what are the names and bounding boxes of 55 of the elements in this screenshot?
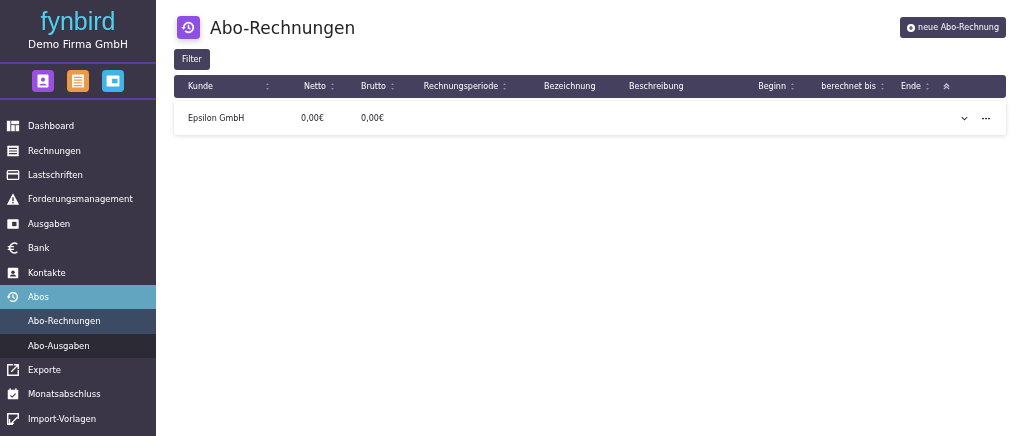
filter-button[interactable]: Filter [174,49,210,70]
column-header[interactable]: Beschreibung [615,75,725,98]
sidebar-item[interactable]: Forderungsmanagement [0,187,156,212]
wallet-icon[interactable] [102,70,124,92]
sidebar-item[interactable]: Bank [0,235,156,261]
column-header[interactable]: Ende [890,75,935,98]
collapse-icon[interactable] [943,83,950,90]
more-icon[interactable] [982,116,990,120]
sort-icon[interactable] [503,83,507,90]
card-icon [6,167,20,182]
history-icon [177,16,200,39]
sidebar-item[interactable]: Lastschriften [0,162,156,188]
warning-icon [6,192,20,207]
page-title: Abo-Rechnungen [210,17,356,38]
sidebar-subitem[interactable]: Abo-Ausgaben [0,333,156,358]
wallet-icon [6,216,20,231]
invoice-icon[interactable] [67,70,89,92]
sidebar-item[interactable]: Import-Vorlagen [0,406,156,432]
import-icon [6,411,20,426]
column-header[interactable]: berechnet bis [800,75,890,98]
company-name: Demo Firma GmbH [27,38,129,50]
sidebar-item[interactable]: Dashboard [0,114,156,139]
column-header[interactable]: Rechnungsperiode [400,75,530,98]
column-header[interactable]: Kunde [174,75,275,98]
dashboard-icon [6,119,20,134]
calendar-icon [6,387,20,402]
contact-card-icon[interactable] [32,70,54,92]
column-header[interactable]: Brutto [340,75,400,98]
column-header[interactable]: Bezeichnung [530,75,615,98]
table-cell: 0,00€ [301,113,324,123]
column-header[interactable]: Beginn [725,75,800,98]
history-icon [6,289,20,304]
logo: fynbird [39,6,117,36]
sort-icon[interactable] [881,83,884,90]
sidebar-item[interactable]: Exporte [0,357,156,383]
sort-icon[interactable] [331,83,334,90]
sort-icon[interactable] [266,83,269,90]
column-header[interactable]: Netto [275,75,340,98]
sidebar-item[interactable]: Kontakte [0,260,156,285]
sort-icon[interactable] [391,83,394,90]
contact-icon [6,265,20,280]
export-icon [6,363,20,378]
table-cell: Epsilon GmbH [188,113,245,123]
euro-icon [6,241,20,256]
sidebar-item[interactable]: Monatsabschluss [0,382,156,407]
table-cell: 0,00€ [361,113,384,123]
chevron-down-icon[interactable] [961,115,968,121]
sidebar-subitem[interactable]: Abo-Rechnungen [0,309,156,334]
sidebar-item[interactable]: Rechnungen [0,138,156,163]
sort-icon[interactable] [926,83,929,90]
sort-icon[interactable] [791,83,794,90]
new-subscription-invoice-button[interactable]: neue Abo-Rechnung [900,17,1006,38]
invoice-icon [6,143,20,158]
plus-icon [907,23,916,32]
sidebar-item[interactable]: Ausgaben [0,211,156,236]
